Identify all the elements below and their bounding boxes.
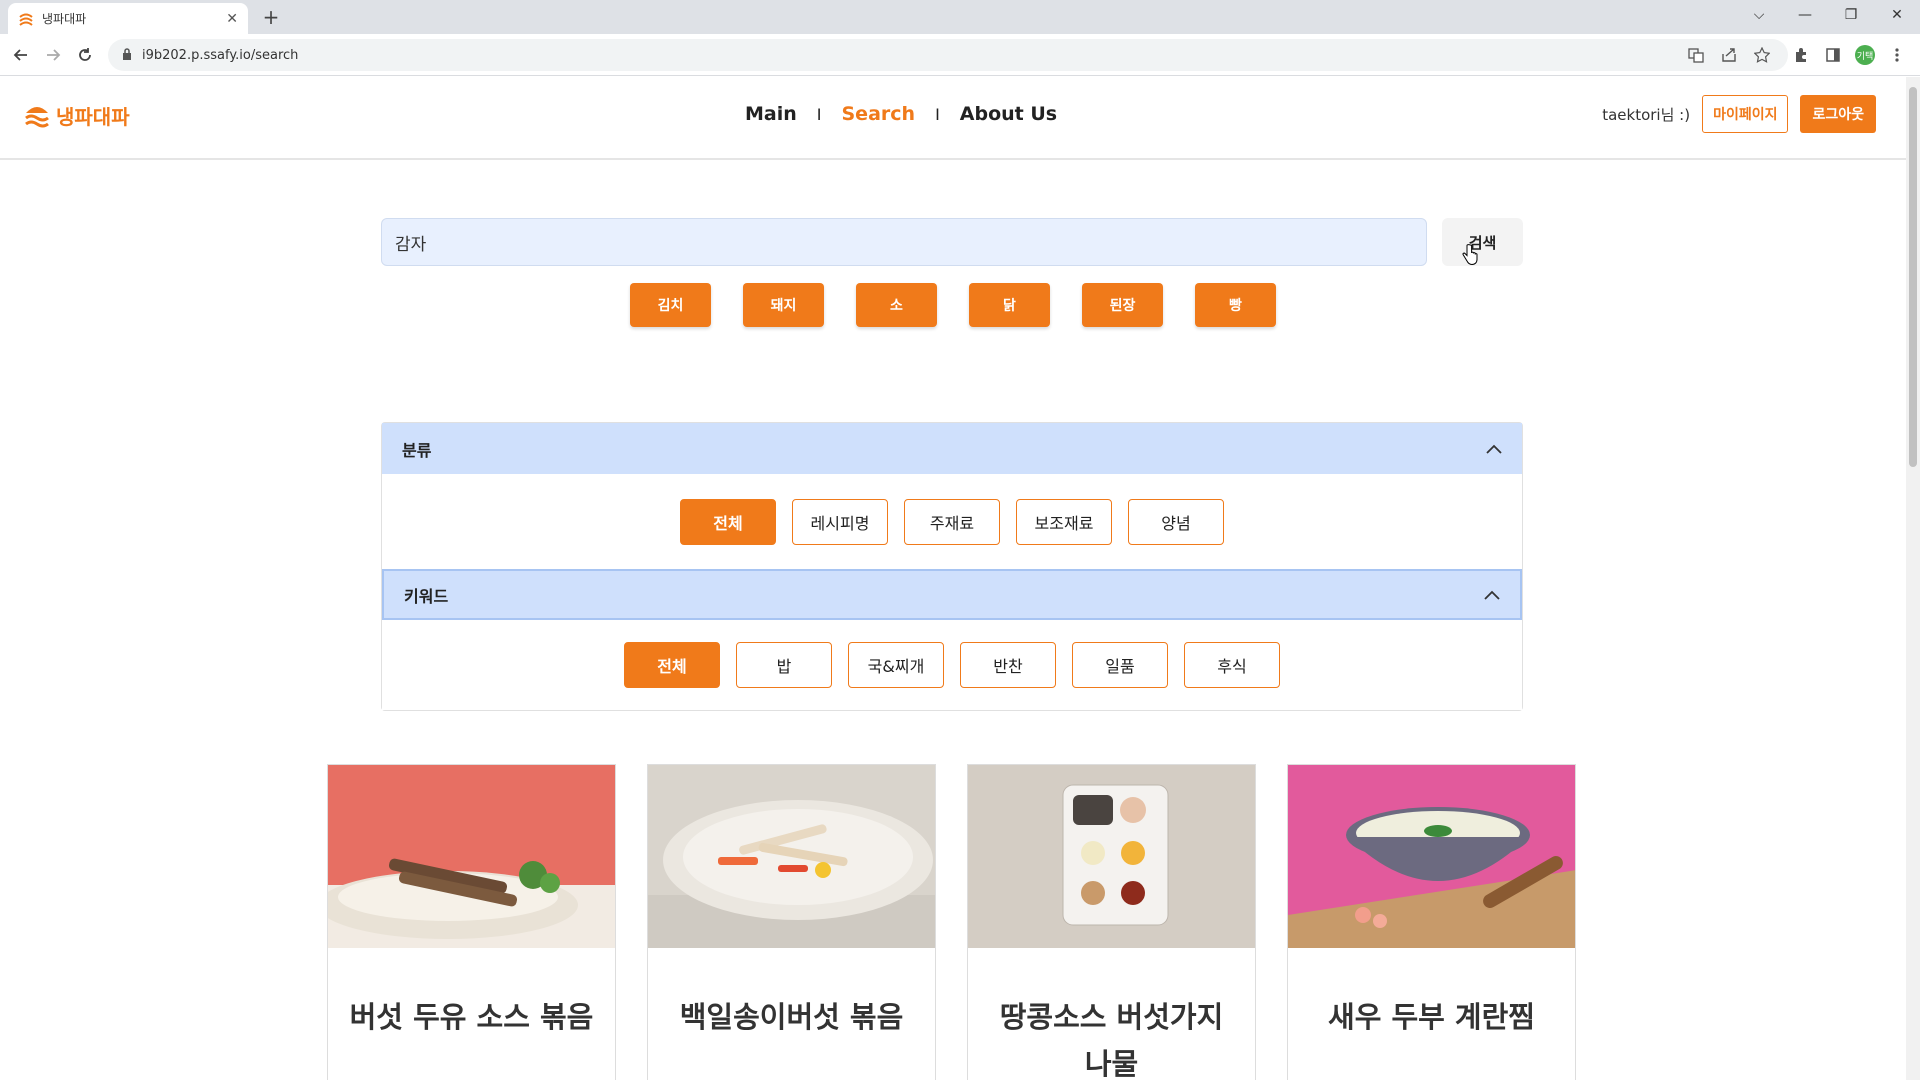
chip-kimchi[interactable]: 김치 [630, 283, 711, 327]
recipe-card[interactable]: 땅콩소스 버섯가지나물 [967, 764, 1256, 1080]
recipe-card[interactable]: 새우 두부 계란찜 [1287, 764, 1576, 1080]
search-input[interactable] [381, 218, 1427, 266]
category-options: 전체 레시피명 주재료 보조재료 양념 [382, 474, 1522, 569]
category-option-main-ingredient[interactable]: 주재료 [904, 498, 1000, 545]
page-viewport: 냉파대파 Main I Search I About Us taektori님 … [0, 77, 1906, 1080]
recipe-card-list: 버섯 두유 소스 볶음 백일송이버섯 볶음 땅콩소스 버섯가지나물 새우 두부 … [327, 764, 1576, 1080]
site-header: 냉파대파 Main I Search I About Us taektori님 … [0, 77, 1906, 160]
keyword-title: 키워드 [404, 586, 449, 606]
nav-about-us[interactable]: About Us [960, 103, 1057, 125]
quick-keyword-chips: 김치 돼지 소 닭 된장 빵 [630, 283, 1276, 327]
chip-chicken[interactable]: 닭 [969, 283, 1050, 327]
profile-initials: 기택 [1855, 45, 1875, 65]
category-accordion-header[interactable]: 분류 [382, 423, 1522, 474]
chip-bread[interactable]: 빵 [1195, 283, 1276, 327]
chevron-up-icon [1486, 444, 1502, 454]
url-text: i9b202.p.ssafy.io/search [142, 47, 299, 63]
share-icon[interactable] [1716, 42, 1742, 68]
logout-button[interactable]: 로그아웃 [1800, 95, 1876, 133]
chip-doenjang[interactable]: 된장 [1082, 283, 1163, 327]
category-option-all[interactable]: 전체 [680, 498, 776, 545]
page-scrollbar[interactable] [1906, 77, 1920, 1080]
search-row: 검색 [381, 218, 1523, 266]
keyword-option-all[interactable]: 전체 [624, 642, 720, 688]
bookmark-star-icon[interactable] [1749, 42, 1775, 68]
chevron-up-icon [1484, 590, 1500, 600]
site-favicon-icon [18, 11, 34, 27]
scrollbar-thumb[interactable] [1909, 87, 1917, 467]
user-box: taektori님 :) 마이페이지 로그아웃 [1602, 95, 1876, 133]
recipe-name: 새우 두부 계란찜 [1328, 1000, 1535, 1034]
browser-tab[interactable]: 냉파대파 ✕ [8, 3, 248, 34]
chip-pork[interactable]: 돼지 [743, 283, 824, 327]
keyword-options: 전체 밥 국&찌개 반찬 일품 후식 [382, 620, 1522, 710]
logo-waves-icon [25, 106, 49, 127]
restore-button[interactable]: ❐ [1828, 0, 1874, 30]
back-icon[interactable] [8, 42, 34, 68]
recipe-name: 땅콩소스 버섯가지나물 [999, 1000, 1224, 1080]
recipe-name: 백일송이버섯 볶음 [679, 1000, 904, 1034]
category-title: 분류 [402, 440, 432, 460]
tab-close-icon[interactable]: ✕ [226, 11, 238, 27]
hand-cursor-icon [1462, 244, 1478, 266]
recipe-photo [1288, 765, 1575, 948]
tab-title: 냉파대파 [42, 12, 87, 26]
nav-separator: I [935, 104, 940, 124]
close-window-button[interactable]: ✕ [1874, 0, 1920, 30]
chip-beef[interactable]: 소 [856, 283, 937, 327]
mypage-button[interactable]: 마이페이지 [1702, 95, 1789, 133]
profile-avatar[interactable]: 기택 [1852, 42, 1878, 68]
minimize-button[interactable]: — [1782, 0, 1828, 30]
user-greeting: taektori님 :) [1602, 105, 1691, 124]
category-option-sub-ingredient[interactable]: 보조재료 [1016, 498, 1112, 545]
browser-toolbar: i9b202.p.ssafy.io/search 기택 [0, 34, 1920, 76]
side-panel-icon[interactable] [1820, 42, 1846, 68]
translate-icon[interactable] [1683, 42, 1709, 68]
browser-menu-icon[interactable] [1884, 42, 1910, 68]
main-nav: Main I Search I About Us [745, 103, 1057, 125]
address-bar[interactable]: i9b202.p.ssafy.io/search [108, 39, 1788, 71]
site-logo[interactable]: 냉파대파 [24, 101, 130, 130]
search-button[interactable]: 검색 [1442, 218, 1523, 266]
recipe-name: 버섯 두유 소스 볶음 [349, 1000, 594, 1034]
keyword-option-rice[interactable]: 밥 [736, 642, 832, 688]
recipe-photo [968, 765, 1255, 948]
recipe-card[interactable]: 백일송이버섯 볶음 [647, 764, 936, 1080]
keyword-accordion-header[interactable]: 키워드 [382, 569, 1522, 620]
keyword-option-main-dish[interactable]: 일품 [1072, 642, 1168, 688]
new-tab-button[interactable]: + [258, 4, 284, 30]
keyword-option-soup-stew[interactable]: 국&찌개 [848, 642, 944, 688]
keyword-option-dessert[interactable]: 후식 [1184, 642, 1280, 688]
logo-text: 냉파대파 [56, 105, 130, 129]
filter-accordion: 분류 전체 레시피명 주재료 보조재료 양념 키워드 전체 밥 국&찌개 반찬 … [381, 422, 1523, 711]
category-option-recipe-name[interactable]: 레시피명 [792, 498, 888, 545]
category-option-seasoning[interactable]: 양념 [1128, 498, 1224, 545]
recipe-card[interactable]: 버섯 두유 소스 볶음 [327, 764, 616, 1080]
keyword-option-side-dish[interactable]: 반찬 [960, 642, 1056, 688]
tab-search-icon[interactable]: ⌵ [1736, 0, 1782, 30]
nav-separator: I [816, 104, 822, 124]
recipe-photo [648, 765, 935, 948]
nav-search[interactable]: Search [842, 103, 916, 125]
forward-icon[interactable] [40, 42, 66, 68]
lock-icon [122, 47, 132, 63]
browser-tab-bar: 냉파대파 ✕ + ⌵ — ❐ ✕ [0, 0, 1920, 34]
extensions-icon[interactable] [1788, 42, 1814, 68]
recipe-photo [328, 765, 615, 948]
nav-main[interactable]: Main [745, 103, 797, 125]
reload-icon[interactable] [72, 42, 98, 68]
